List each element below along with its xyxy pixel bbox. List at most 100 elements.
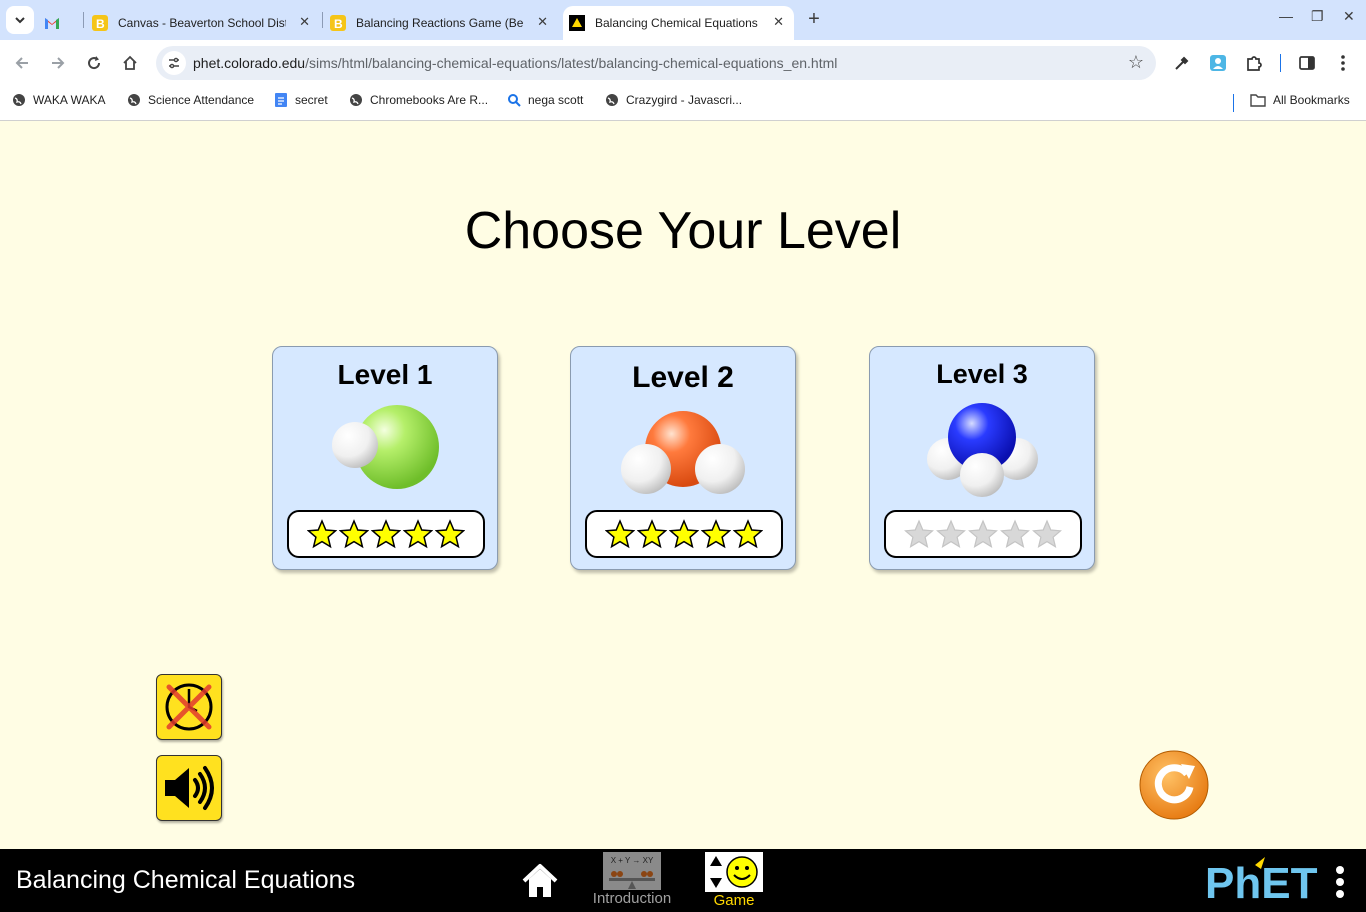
bookmark-crazygird[interactable]: Crazygird - Javascri... (605, 93, 742, 107)
bookmark-star-icon[interactable]: ☆ (1128, 52, 1144, 73)
chevron-down-icon (15, 17, 25, 24)
bookmark-label: WAKA WAKA (33, 93, 106, 107)
svg-text:B: B (96, 17, 105, 31)
bookmark-secret[interactable]: secret (274, 93, 328, 107)
svg-text:B: B (334, 17, 343, 31)
page-title: Choose Your Level (464, 202, 902, 260)
bookmark-waka-waka[interactable]: WAKA WAKA (12, 93, 105, 107)
level-1-button[interactable]: Level 1 (272, 346, 498, 570)
new-tab-button[interactable]: + (802, 8, 826, 32)
phet-icon (569, 15, 585, 31)
sim-navbar: Balancing Chemical Equations X + Y → XY … (0, 849, 1366, 912)
screen-introduction-button[interactable]: X + Y → XY Introduction (588, 852, 676, 907)
sim-title: Balancing Chemical Equations (16, 866, 356, 894)
star-empty-icon (968, 519, 998, 548)
level-1-score-stars (287, 510, 485, 558)
tab-balancing-reactions-game[interactable]: B Balancing Reactions Game (Be ✕ (330, 6, 558, 40)
back-button[interactable] (11, 52, 33, 74)
bookmark-chromebooks[interactable]: Chromebooks Are R... (349, 93, 488, 107)
screen-label: Introduction (592, 890, 672, 907)
star-filled-icon (307, 519, 337, 549)
tab-separator (83, 12, 84, 28)
nh3-molecule-icon (927, 403, 1038, 497)
hcl-molecule-icon (332, 405, 439, 489)
globe-icon (127, 93, 141, 107)
level-3-button[interactable]: Level 3 (869, 346, 1095, 570)
intro-icon-equation: X + Y → XY (611, 856, 654, 865)
level-label: Level 3 (936, 359, 1028, 389)
extension-account-icon[interactable] (1208, 53, 1228, 73)
tab-balancing-chemical-equations[interactable]: Balancing Chemical Equations ✕ (563, 6, 794, 40)
eyedropper-icon[interactable] (1172, 53, 1192, 73)
tab-canvas[interactable]: B Canvas - Beaverton School Dist ✕ (92, 6, 320, 40)
site-settings-icon[interactable] (162, 51, 186, 75)
docs-icon (274, 93, 288, 107)
bookmark-science-attendance[interactable]: Science Attendance (127, 93, 254, 107)
star-filled-icon (435, 519, 465, 549)
bookmark-nega-scott[interactable]: nega scott (507, 93, 583, 107)
all-bookmarks-button[interactable]: All Bookmarks (1250, 93, 1350, 107)
reset-all-button[interactable] (1139, 750, 1209, 820)
screen-game-button[interactable]: Game (703, 852, 765, 909)
side-panel-icon[interactable] (1297, 53, 1317, 73)
home-button[interactable] (119, 52, 141, 74)
arrow-right-icon (52, 57, 65, 69)
tab-search-button[interactable] (6, 6, 34, 34)
all-bookmarks-label: All Bookmarks (1273, 93, 1350, 107)
introduction-screen-icon: X + Y → XY (603, 852, 661, 890)
url-host: phet.colorado.edu (193, 55, 306, 71)
minimize-button[interactable]: — (1279, 8, 1293, 24)
star-empty-icon (904, 519, 934, 548)
extensions-puzzle-icon[interactable] (1244, 53, 1264, 73)
folder-icon (1250, 93, 1266, 107)
timer-toggle-button[interactable] (156, 674, 222, 740)
sound-toggle-button[interactable] (156, 755, 222, 821)
url-text[interactable]: phet.colorado.edu/sims/html/balancing-ch… (193, 55, 837, 71)
arrow-left-icon (15, 57, 28, 69)
home-screen-button[interactable] (520, 863, 560, 899)
tab-title: Balancing Reactions Game (Be (356, 16, 524, 30)
address-bar[interactable]: phet.colorado.edu/sims/html/balancing-ch… (156, 46, 1156, 80)
bookmark-label: Chromebooks Are R... (370, 93, 489, 107)
bookmarks-bar: WAKA WAKA Science Attendance secret Chro… (0, 86, 1366, 121)
level-2-score-stars (585, 510, 783, 558)
reload-button[interactable] (83, 52, 105, 74)
star-empty-icon (1032, 519, 1062, 548)
reload-icon (88, 56, 101, 70)
star-filled-icon (403, 519, 433, 549)
close-icon[interactable]: ✕ (773, 14, 784, 30)
level-label: Level 1 (337, 359, 433, 390)
star-filled-icon (605, 519, 635, 549)
close-icon[interactable]: ✕ (299, 14, 310, 30)
star-filled-icon (701, 519, 731, 549)
bookmarks-divider (1233, 94, 1234, 112)
level-3-score-stars (884, 510, 1082, 558)
sim-area: Choose Your Level Level 1 Level 2 Level … (0, 121, 1366, 849)
bookmark-label: Science Attendance (148, 93, 255, 107)
phet-menu-button[interactable] (1334, 865, 1346, 899)
canvas-icon: B (330, 15, 346, 31)
toolbar-divider (1280, 54, 1281, 72)
bookmark-label: nega scott (528, 93, 584, 107)
timer-off-icon (165, 683, 213, 731)
home-icon (522, 864, 558, 897)
globe-icon (605, 93, 619, 107)
phet-logo[interactable]: PhET (1205, 855, 1323, 908)
kebab-menu-icon (1336, 866, 1344, 898)
browser-menu-icon[interactable] (1333, 53, 1353, 73)
search-icon (507, 93, 521, 107)
level-label: Level 2 (632, 361, 734, 394)
forward-button[interactable] (47, 52, 69, 74)
star-filled-icon (733, 519, 763, 549)
level-2-button[interactable]: Level 2 (570, 346, 796, 570)
star-filled-icon (637, 519, 667, 549)
close-window-button[interactable]: ✕ (1343, 8, 1355, 25)
star-empty-icon (1000, 519, 1030, 548)
restore-button[interactable]: ❐ (1311, 8, 1324, 25)
tab-strip: B Canvas - Beaverton School Dist ✕ B Bal… (0, 0, 1366, 40)
close-icon[interactable]: ✕ (537, 14, 548, 30)
bookmark-label: secret (295, 93, 328, 107)
globe-icon (349, 93, 363, 107)
gmail-icon (44, 15, 60, 31)
tab-gmail[interactable] (44, 6, 80, 40)
